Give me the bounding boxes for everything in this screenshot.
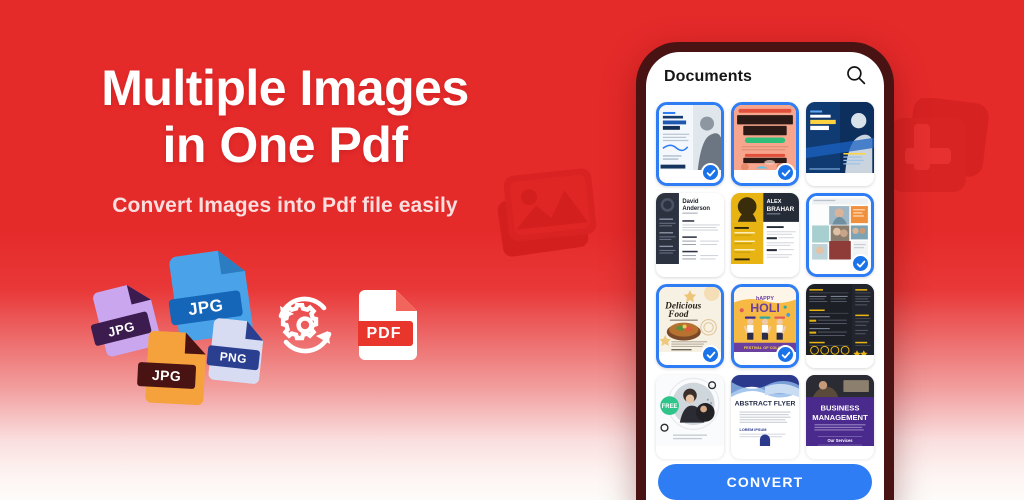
document-card[interactable]: [806, 193, 874, 277]
document-card[interactable]: [806, 284, 874, 368]
svg-text:ALEX: ALEX: [767, 199, 782, 205]
svg-text:Our Services: Our Services: [827, 438, 853, 443]
document-thumbnail-fitness: FREE: [656, 375, 724, 459]
check-badge: [776, 345, 795, 364]
pdf-file-icon: PDF: [355, 290, 418, 360]
app-bar: Documents: [646, 52, 884, 98]
document-card[interactable]: David Anderson: [656, 193, 724, 277]
svg-text:PDF: PDF: [367, 325, 402, 342]
check-badge: [701, 163, 720, 182]
document-thumbnail-abstract-flyer: ABSTRACT FLYER LOREM IPSUM: [731, 375, 799, 459]
document-card[interactable]: BUSINESS MANAGEMENT Our Services: [806, 375, 874, 459]
document-thumbnail-resume-black: [806, 284, 874, 368]
cards-plus-watermark: [890, 98, 989, 192]
svg-text:HOLI: HOLI: [750, 301, 780, 315]
headline-line-2: in One Pdf: [162, 117, 409, 173]
file-label-jpg-orange: JPG: [137, 362, 197, 390]
phone-mockup: Documents David Anderson ALEX BRAHAR Del…: [636, 42, 894, 500]
document-card[interactable]: FREE: [656, 375, 724, 459]
document-thumbnail-business: BUSINESS MANAGEMENT Our Services: [806, 375, 874, 459]
document-card[interactable]: ALEX BRAHAR: [731, 193, 799, 277]
check-badge: [701, 345, 720, 364]
document-thumbnail-resume-david: David Anderson: [656, 193, 724, 277]
document-thumbnail-marketing-dark: [806, 102, 874, 186]
svg-text:Food: Food: [667, 310, 688, 320]
check-badge: [851, 254, 870, 273]
svg-text:BUSINESS: BUSINESS: [821, 404, 860, 413]
phone-screen: Documents David Anderson ALEX BRAHAR Del…: [646, 52, 884, 500]
document-card[interactable]: Delicious Food: [656, 284, 724, 368]
document-card[interactable]: [731, 102, 799, 186]
file-icon-jpg-orange: JPG: [137, 330, 208, 406]
hero-subtitle: Convert Images into Pdf file easily: [112, 194, 458, 217]
documents-grid: David Anderson ALEX BRAHAR Delicious Foo…: [646, 98, 884, 459]
promo-banner: Multiple Images in One Pdf Convert Image…: [0, 0, 1024, 500]
document-card[interactable]: [656, 102, 724, 186]
svg-text:MANAGEMENT: MANAGEMENT: [812, 413, 868, 422]
hero-copy: Multiple Images in One Pdf Convert Image…: [0, 60, 570, 218]
search-icon[interactable]: [846, 65, 866, 90]
svg-text:Anderson: Anderson: [682, 206, 710, 212]
svg-text:ABSTRACT FLYER: ABSTRACT FLYER: [735, 401, 796, 408]
convert-button[interactable]: CONVERT: [658, 464, 872, 500]
svg-text:FREE: FREE: [662, 404, 678, 410]
refresh-gear-icon: [272, 292, 338, 358]
svg-text:LOREM IPSUM: LOREM IPSUM: [739, 428, 766, 432]
page-title: Multiple Images in One Pdf: [0, 60, 570, 174]
document-card[interactable]: ABSTRACT FLYER LOREM IPSUM: [731, 375, 799, 459]
document-card[interactable]: [806, 102, 874, 186]
headline-line-1: Multiple Images: [101, 60, 469, 116]
app-title: Documents: [664, 68, 753, 85]
svg-text:David: David: [682, 199, 699, 205]
check-badge: [776, 163, 795, 182]
document-thumbnail-resume-alex: ALEX BRAHAR: [731, 193, 799, 277]
document-card[interactable]: hAPPY HOLI FESTIVAL OF COLORS: [731, 284, 799, 368]
svg-text:BRAHAR: BRAHAR: [767, 206, 795, 213]
convert-bar: CONVERT: [646, 448, 884, 500]
file-icon-png: PNG: [206, 317, 265, 384]
